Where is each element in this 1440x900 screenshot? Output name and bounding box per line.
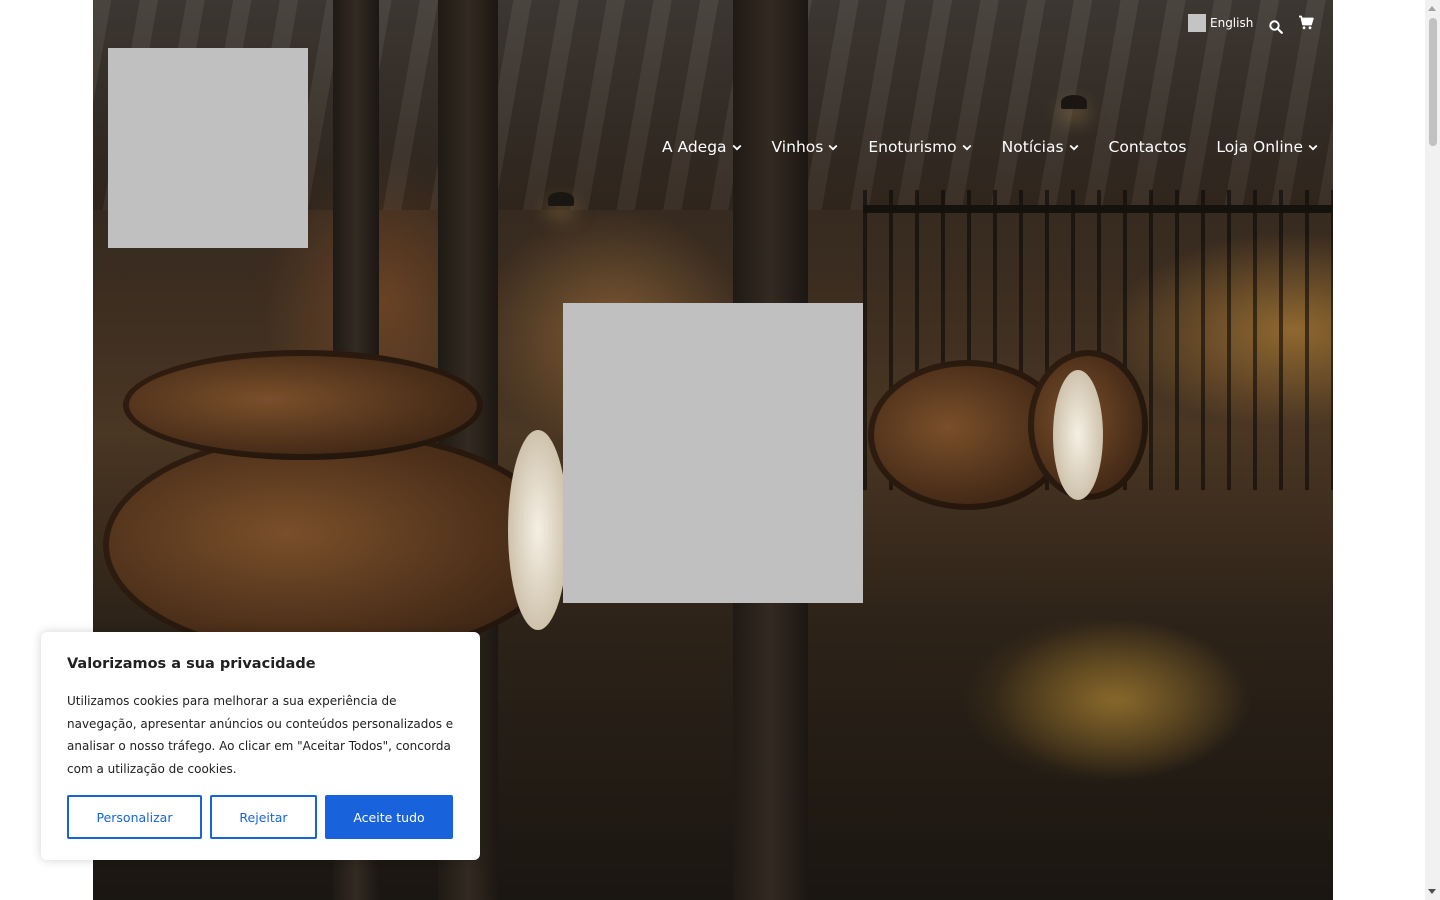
- wine-barrel: [103, 430, 563, 660]
- language-label: English: [1210, 16, 1254, 30]
- search-icon[interactable]: [1269, 19, 1283, 38]
- ceiling-lamp: [548, 192, 574, 206]
- cookie-banner-actions: Personalizar Rejeitar Aceite tudo: [67, 795, 453, 839]
- scroll-down-arrow-icon[interactable]: [1428, 889, 1436, 894]
- nav-item-enoturismo[interactable]: Enoturismo: [868, 138, 972, 156]
- floor-light-reflection: [993, 620, 1253, 780]
- vertical-scrollbar[interactable]: [1425, 0, 1440, 900]
- nav-item-label: Notícias: [1001, 138, 1064, 156]
- flag-icon: [1188, 14, 1206, 32]
- cart-icon[interactable]: [1298, 15, 1314, 34]
- page: English A Adega Vinhos Enoturismo Notíci…: [0, 0, 1440, 900]
- chevron-down-icon: [1069, 144, 1078, 150]
- nav-item-label: Contactos: [1108, 138, 1187, 156]
- accept-all-button[interactable]: Aceite tudo: [325, 795, 453, 839]
- cookie-banner-text: Utilizamos cookies para melhorar a sua e…: [67, 694, 454, 776]
- iron-railing-top: [863, 205, 1333, 213]
- ceiling-lamp: [1061, 95, 1087, 109]
- site-logo[interactable]: [108, 48, 308, 248]
- cookie-consent-banner: Valorizamos a sua privacidade Utilizamos…: [41, 632, 480, 860]
- cookie-banner-title: Valorizamos a sua privacidade: [67, 656, 316, 672]
- hero-emblem-image: [563, 303, 863, 603]
- chevron-down-icon: [828, 144, 838, 150]
- scrollbar-thumb[interactable]: [1429, 18, 1437, 146]
- nav-item-label: Loja Online: [1216, 138, 1303, 156]
- reject-button[interactable]: Rejeitar: [210, 795, 317, 839]
- nav-item-a-adega[interactable]: A Adega: [662, 138, 742, 156]
- language-switcher[interactable]: English: [1188, 14, 1253, 32]
- barrel-end: [508, 430, 568, 630]
- barrel-end: [1053, 370, 1103, 500]
- nav-item-vinhos[interactable]: Vinhos: [772, 138, 839, 156]
- chevron-down-icon: [732, 144, 741, 150]
- chevron-down-icon: [962, 144, 972, 150]
- customize-button[interactable]: Personalizar: [67, 795, 202, 839]
- scroll-up-arrow-icon[interactable]: [1428, 6, 1436, 11]
- main-navigation: A Adega Vinhos Enoturismo Notícias Conta…: [662, 138, 1318, 156]
- nav-item-noticias[interactable]: Notícias: [1002, 138, 1079, 156]
- nav-item-loja-online[interactable]: Loja Online: [1216, 138, 1318, 156]
- wine-barrel: [123, 350, 483, 460]
- chevron-down-icon: [1308, 144, 1318, 150]
- nav-item-label: Enoturismo: [868, 138, 957, 156]
- nav-item-contactos[interactable]: Contactos: [1109, 138, 1187, 156]
- nav-item-label: A Adega: [661, 138, 727, 156]
- nav-item-label: Vinhos: [771, 138, 824, 156]
